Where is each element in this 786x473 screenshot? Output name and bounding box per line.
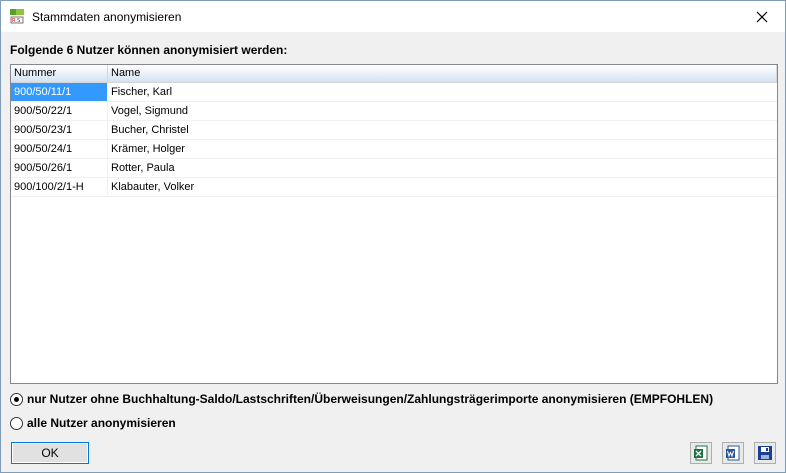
ok-button[interactable]: OK [11, 442, 89, 464]
radio-label: nur Nutzer ohne Buchhaltung-Saldo/Lastsc… [27, 392, 714, 406]
word-export-icon [726, 445, 740, 461]
radio-option-all[interactable]: alle Nutzer anonymisieren [10, 416, 176, 430]
excel-export-button[interactable] [690, 442, 712, 464]
close-button[interactable] [739, 1, 785, 32]
title-bar[interactable]: R S Stammdaten anonymisieren [1, 1, 785, 32]
table-row[interactable]: 900/50/24/1 Krämer, Holger [11, 140, 777, 159]
window-title: Stammdaten anonymisieren [32, 10, 182, 24]
column-header-nummer[interactable]: Nummer [11, 65, 108, 82]
cell-name: Vogel, Sigmund [111, 105, 189, 117]
cell-name: Klabauter, Volker [111, 181, 195, 193]
cell-name: Krämer, Holger [111, 143, 185, 155]
table-row[interactable]: 900/50/23/1 Bucher, Christel [11, 121, 777, 140]
dialog-window: R S Stammdaten anonymisieren Folgende 6 … [0, 0, 786, 473]
cell-nummer: 900/100/2/1-H [11, 178, 108, 196]
radio-button-checked[interactable] [10, 392, 23, 406]
cell-nummer: 900/50/24/1 [11, 140, 108, 158]
excel-export-icon [694, 445, 708, 461]
cell-nummer: 900/50/11/1 [11, 83, 108, 101]
user-table[interactable]: Nummer Name 900/50/11/1 Fischer, Karl 90… [10, 64, 778, 384]
cell-nummer: 900/50/26/1 [11, 159, 108, 177]
svg-text:R S: R S [12, 18, 20, 24]
radio-button-unchecked[interactable] [10, 416, 23, 430]
list-heading: Folgende 6 Nutzer können anonymisiert we… [10, 43, 288, 57]
table-row[interactable]: 900/100/2/1-H Klabauter, Volker [11, 178, 777, 197]
save-button[interactable] [754, 442, 776, 464]
table-row[interactable]: 900/50/26/1 Rotter, Paula [11, 159, 777, 178]
cell-name: Fischer, Karl [111, 86, 173, 98]
table-row[interactable]: 900/50/22/1 Vogel, Sigmund [11, 102, 777, 121]
column-header-name[interactable]: Name [108, 65, 777, 82]
save-icon [758, 446, 772, 460]
close-icon [756, 11, 768, 22]
word-export-button[interactable] [722, 442, 744, 464]
db-icon: R S [10, 9, 24, 24]
radio-label: alle Nutzer anonymisieren [27, 416, 176, 430]
cell-name: Bucher, Christel [111, 124, 189, 136]
cell-nummer: 900/50/22/1 [11, 102, 108, 120]
table-header: Nummer Name [11, 65, 777, 83]
cell-nummer: 900/50/23/1 [11, 121, 108, 139]
cell-name: Rotter, Paula [111, 162, 175, 174]
radio-option-recommended[interactable]: nur Nutzer ohne Buchhaltung-Saldo/Lastsc… [10, 392, 713, 406]
table-row[interactable]: 900/50/11/1 Fischer, Karl [11, 83, 777, 102]
